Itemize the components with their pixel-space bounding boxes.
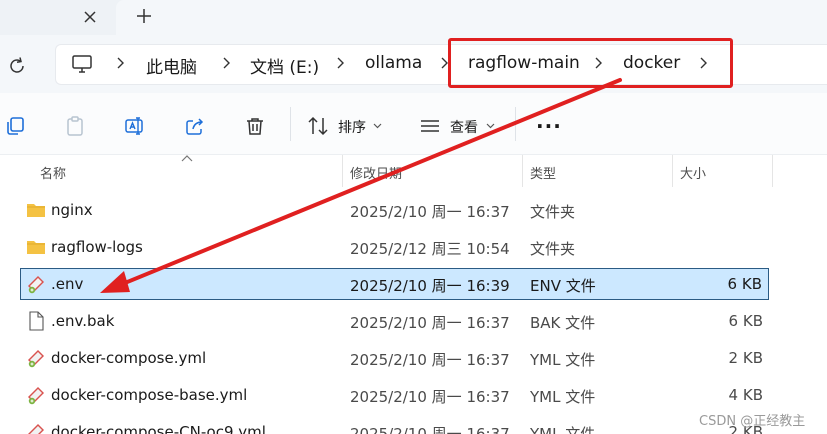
command-bar: 排序 查看 ...: [0, 93, 827, 155]
file-row[interactable]: ragflow-logs 2025/2/12 周三 10:54 文件夹: [20, 231, 769, 263]
toolbar-divider: [290, 107, 291, 141]
column-header-size[interactable]: 大小: [680, 163, 706, 182]
column-headers: 名称 修改日期 类型 大小: [0, 155, 827, 187]
file-name: docker-compose.yml: [51, 349, 207, 367]
file-size: 6 KB: [727, 275, 762, 293]
this-pc-icon[interactable]: [71, 54, 93, 74]
file-modified: 2025/2/10 周一 16:37: [350, 203, 510, 221]
column-divider[interactable]: [772, 155, 773, 187]
sort-button[interactable]: 排序: [338, 117, 366, 137]
copy-icon[interactable]: [5, 115, 27, 137]
file-modified: 2025/2/10 周一 16:37: [350, 314, 510, 332]
column-header-modified[interactable]: 修改日期: [350, 163, 402, 182]
more-options-button[interactable]: ...: [536, 109, 562, 133]
file-name: ragflow-logs: [51, 238, 143, 256]
breadcrumb-this-pc[interactable]: 此电脑: [146, 53, 197, 78]
breadcrumb-docker[interactable]: docker: [623, 53, 680, 73]
file-type: YML 文件: [530, 388, 596, 406]
view-button[interactable]: 查看: [450, 117, 478, 137]
file-row[interactable]: docker-compose.yml 2025/2/10 周一 16:37 YM…: [20, 342, 769, 374]
file-row[interactable]: docker-compose-base.yml 2025/2/10 周一 16:…: [20, 379, 769, 411]
file-name: docker-compose-base.yml: [51, 386, 248, 404]
breadcrumb-ragflow-main[interactable]: ragflow-main: [468, 53, 580, 73]
new-tab-icon[interactable]: [134, 6, 154, 26]
file-row[interactable]: docker-compose-CN-oc9.yml 2025/2/10 周一 1…: [20, 416, 769, 434]
file-row[interactable]: .env.bak 2025/2/10 周一 16:37 BAK 文件 6 KB: [20, 305, 769, 337]
file-row-selected[interactable]: .env 2025/2/10 周一 16:39 ENV 文件 6 KB: [20, 268, 769, 300]
paste-icon[interactable]: [64, 115, 86, 137]
column-header-type[interactable]: 类型: [530, 163, 556, 182]
column-divider[interactable]: [342, 155, 343, 187]
file-type: 文件夹: [530, 203, 576, 221]
file-type: ENV 文件: [530, 277, 596, 295]
chevron-right-icon[interactable]: [116, 56, 126, 70]
blank-file-icon: [29, 311, 44, 331]
file-type: YML 文件: [530, 351, 596, 369]
config-file-icon: [28, 276, 44, 294]
file-type: BAK 文件: [530, 314, 596, 332]
sort-ascending-icon: [181, 155, 193, 162]
chevron-right-icon[interactable]: [222, 56, 232, 70]
file-type: 文件夹: [530, 240, 576, 258]
file-modified: 2025/2/12 周三 10:54: [350, 240, 510, 258]
file-name: docker-compose-CN-oc9.yml: [51, 423, 266, 434]
config-file-icon: [28, 424, 44, 434]
rename-icon[interactable]: [124, 115, 146, 137]
chevron-right-icon[interactable]: [440, 56, 450, 70]
file-name: nginx: [51, 201, 93, 219]
chevron-right-icon[interactable]: [699, 56, 709, 70]
file-type: YML 文件: [530, 425, 596, 434]
breadcrumb-ollama[interactable]: ollama: [365, 53, 422, 73]
file-modified: 2025/2/10 周一 16:37: [350, 351, 510, 369]
column-divider[interactable]: [672, 155, 673, 187]
close-tab-icon[interactable]: [80, 7, 100, 27]
file-modified: 2025/2/10 周一 16:39: [350, 277, 510, 295]
file-size: 4 KB: [728, 386, 763, 404]
watermark: CSDN @正经教主: [699, 414, 806, 429]
file-modified: 2025/2/10 周一 16:37: [350, 388, 510, 406]
folder-icon: [27, 241, 45, 254]
config-file-icon: [28, 387, 44, 405]
chevron-right-icon[interactable]: [336, 56, 346, 70]
file-name: .env: [51, 275, 84, 293]
refresh-icon[interactable]: [6, 55, 28, 77]
chevron-down-icon[interactable]: [373, 123, 382, 129]
column-divider[interactable]: [522, 155, 523, 187]
folder-icon: [27, 204, 45, 217]
chevron-down-icon[interactable]: [486, 123, 495, 129]
file-name: .env.bak: [51, 312, 115, 330]
address-row: 此电脑 文档 (E:) ollama ragflow-main docker: [0, 35, 827, 93]
tab-strip: [0, 0, 827, 35]
file-row[interactable]: nginx 2025/2/10 周一 16:37 文件夹: [20, 194, 769, 226]
column-header-name[interactable]: 名称: [40, 163, 66, 182]
active-tab[interactable]: [116, 0, 827, 35]
breadcrumb-drive-e[interactable]: 文档 (E:): [250, 53, 319, 78]
config-file-icon: [28, 350, 44, 368]
file-modified: 2025/2/10 周一 16:37: [350, 425, 510, 434]
toolbar-divider: [515, 107, 516, 141]
chevron-right-icon[interactable]: [594, 56, 604, 70]
delete-icon[interactable]: [244, 115, 266, 137]
view-icon[interactable]: [419, 115, 441, 137]
file-size: 2 KB: [728, 349, 763, 367]
file-size: 6 KB: [728, 312, 763, 330]
share-icon[interactable]: [184, 115, 206, 137]
sort-icon[interactable]: [307, 115, 329, 137]
